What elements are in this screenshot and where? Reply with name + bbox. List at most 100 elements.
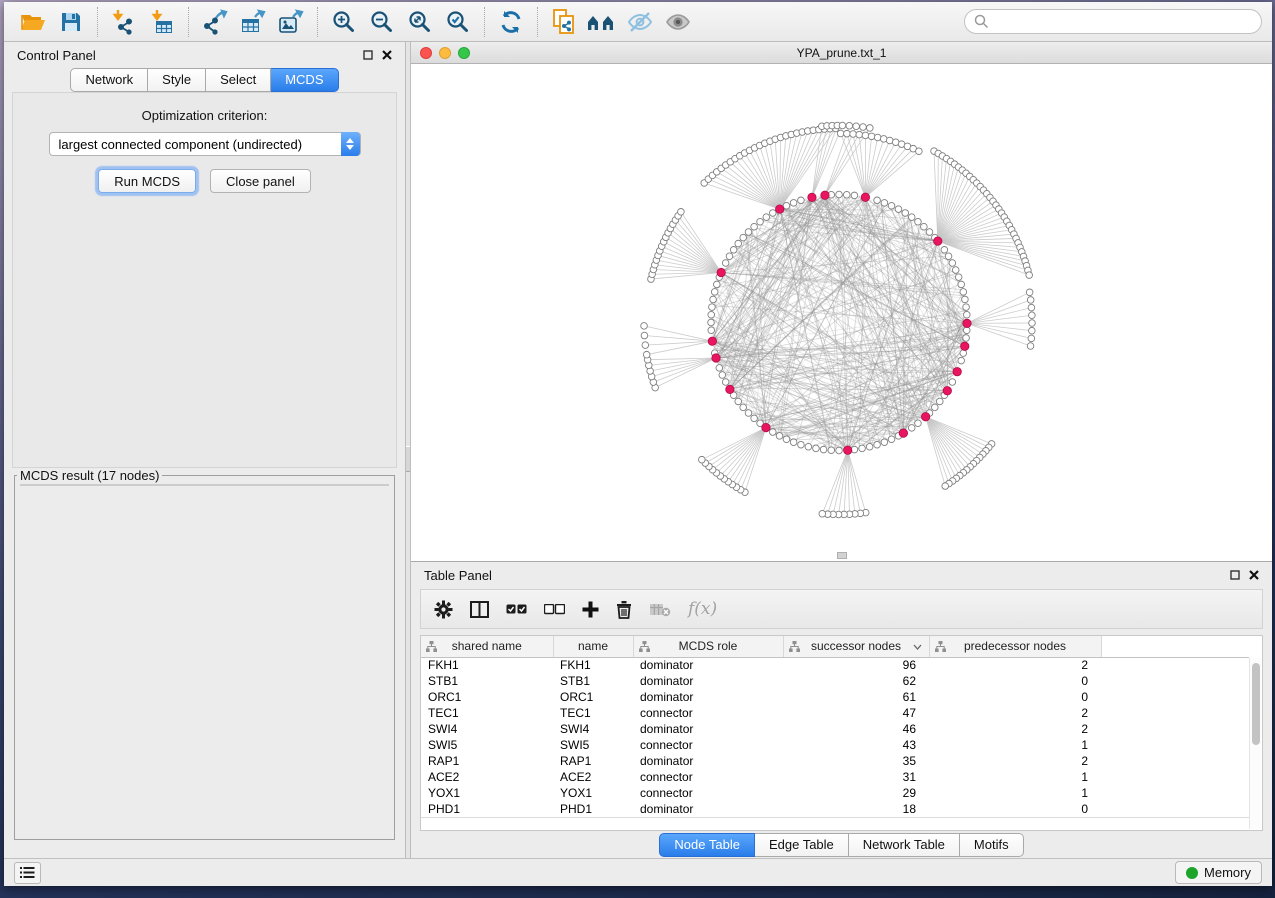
column-header-successor-nodes[interactable]: successor nodes <box>783 636 929 657</box>
column-header-name[interactable]: name <box>553 636 633 657</box>
zoom-selected-button[interactable] <box>439 6 477 38</box>
column-namespace-icon <box>935 641 946 652</box>
eye-slash-icon <box>626 10 654 34</box>
table-row[interactable]: YOX1YOX1connector291 <box>421 785 1249 801</box>
column-namespace-icon <box>639 641 650 652</box>
delete-columns-button[interactable] <box>616 600 632 619</box>
search-input[interactable] <box>995 14 1252 29</box>
network-view-window: YPA_prune.txt_1 <box>411 42 1272 562</box>
first-neighbors-button[interactable] <box>583 6 621 38</box>
sort-chevron-icon <box>913 644 922 650</box>
zoom-fit-button[interactable] <box>401 6 439 38</box>
tab-mcds[interactable]: MCDS <box>271 68 338 92</box>
zoom-in-button[interactable] <box>325 6 363 38</box>
save-session-button[interactable] <box>52 6 90 38</box>
toolbar-separator <box>188 7 189 37</box>
column-header-filler <box>1101 636 1249 657</box>
export-network-button[interactable] <box>196 6 234 38</box>
mcds-result-title: MCDS result (17 nodes) <box>17 468 162 483</box>
close-table-panel-button[interactable] <box>1249 570 1259 580</box>
network-title: YPA_prune.txt_1 <box>411 46 1272 60</box>
float-table-panel-button[interactable] <box>1230 570 1240 580</box>
control-panel: Control Panel NetworkStyleSelectMCDS Opt… <box>4 42 405 858</box>
tab-motifs[interactable]: Motifs <box>960 833 1024 857</box>
table-row[interactable]: STB1STB1dominator620 <box>421 673 1249 689</box>
tab-select[interactable]: Select <box>206 68 271 92</box>
new-network-from-selection-button[interactable] <box>545 6 583 38</box>
memory-label: Memory <box>1204 865 1251 880</box>
float-panel-button[interactable] <box>363 50 373 60</box>
select-all-columns-button[interactable] <box>506 604 527 615</box>
table-panel-title: Table Panel <box>424 568 492 583</box>
table-row[interactable]: TEC1TEC1connector472 <box>421 705 1249 721</box>
dropdown-stepper-icon <box>341 132 360 156</box>
zoom-out-button[interactable] <box>363 6 401 38</box>
tab-style[interactable]: Style <box>148 68 206 92</box>
first-neighbors-icon <box>587 10 617 34</box>
network-graph <box>411 64 1272 561</box>
memory-button[interactable]: Memory <box>1175 861 1262 884</box>
import-table-button[interactable] <box>143 6 181 38</box>
refresh-layout-button[interactable] <box>492 6 530 38</box>
table-row[interactable]: ORC1ORC1dominator610 <box>421 689 1249 705</box>
export-network-icon <box>201 9 229 35</box>
table-scrollbar[interactable] <box>1249 658 1261 829</box>
delete-table-button <box>649 602 671 617</box>
mcds-options-box: Optimization criterion: largest connecte… <box>12 92 397 468</box>
export-image-icon <box>277 9 305 35</box>
show-all-button[interactable] <box>659 6 697 38</box>
column-header-predecessor-nodes[interactable]: predecessor nodes <box>929 636 1101 657</box>
import-network-icon <box>111 9 137 35</box>
export-image-button[interactable] <box>272 6 310 38</box>
table-scrollbar-thumb[interactable] <box>1252 663 1260 745</box>
columns-icon <box>470 601 489 618</box>
delete-table-icon <box>649 602 671 617</box>
table-row[interactable]: FKH1FKH1dominator962 <box>421 657 1249 673</box>
open-folder-icon <box>20 10 46 34</box>
tab-network[interactable]: Network <box>70 68 148 92</box>
column-header-MCDS-role[interactable]: MCDS role <box>633 636 783 657</box>
copy-network-icon <box>551 8 577 36</box>
deselect-all-columns-button[interactable] <box>544 604 565 615</box>
table-panel-header: Table Panel <box>411 562 1272 588</box>
table-row[interactable]: ACE2ACE2connector311 <box>421 769 1249 785</box>
eye-icon <box>664 10 692 34</box>
close-panel-button[interactable] <box>382 50 392 60</box>
table-settings-button[interactable] <box>434 600 453 619</box>
create-column-button[interactable] <box>582 601 599 618</box>
zoom-out-icon <box>369 9 395 35</box>
tab-edge-table[interactable]: Edge Table <box>755 833 849 857</box>
table-toolbar: f(x) <box>420 589 1263 629</box>
manage-columns-button[interactable] <box>470 601 489 618</box>
import-network-button[interactable] <box>105 6 143 38</box>
export-table-icon <box>239 9 267 35</box>
search-box <box>964 9 1262 34</box>
column-namespace-icon <box>789 641 800 652</box>
main-area: Control Panel NetworkStyleSelectMCDS Opt… <box>4 42 1272 858</box>
table-row[interactable]: SWI5SWI5connector431 <box>421 737 1249 753</box>
table-row[interactable]: PHD1PHD1dominator180 <box>421 801 1249 817</box>
plus-icon <box>582 601 599 618</box>
desktop-wallpaper: Control Panel NetworkStyleSelectMCDS Opt… <box>0 0 1275 898</box>
panel-menu-button[interactable] <box>14 862 41 884</box>
right-column: YPA_prune.txt_1 Table Panel <box>411 42 1272 858</box>
open-file-button[interactable] <box>14 6 52 38</box>
optimization-criterion-label: Optimization criterion: <box>13 108 396 123</box>
table-row[interactable]: SWI4SWI4dominator462 <box>421 721 1249 737</box>
column-header-shared-name[interactable]: shared name <box>421 636 553 657</box>
optimization-criterion-select[interactable]: largest connected component (undirected) <box>49 132 361 156</box>
export-table-button[interactable] <box>234 6 272 38</box>
search-icon <box>974 14 989 29</box>
save-icon <box>59 10 83 34</box>
hide-selected-button[interactable] <box>621 6 659 38</box>
network-canvas[interactable] <box>411 64 1272 562</box>
run-mcds-button[interactable]: Run MCDS <box>98 169 196 193</box>
tab-node-table[interactable]: Node Table <box>659 833 755 857</box>
close-panel-button-mcds[interactable]: Close panel <box>210 169 311 193</box>
splitter-handle[interactable] <box>406 446 410 472</box>
tab-network-table[interactable]: Network Table <box>849 833 960 857</box>
horizontal-splitter-handle[interactable] <box>837 552 847 559</box>
table-row[interactable]: RAP1RAP1dominator352 <box>421 753 1249 769</box>
trash-icon <box>616 600 632 619</box>
node-table[interactable]: shared namenameMCDS rolesuccessor nodesp… <box>420 635 1263 831</box>
